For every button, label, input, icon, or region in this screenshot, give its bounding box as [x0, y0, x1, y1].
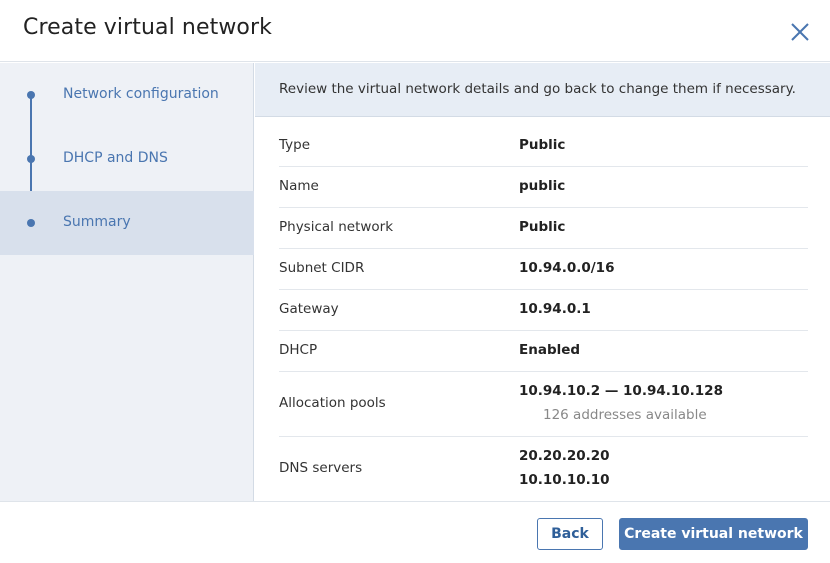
- row-label: DHCP: [279, 342, 318, 358]
- row-label: DNS servers: [279, 460, 363, 476]
- row-label: Physical network: [279, 219, 394, 235]
- row-value: Enabled: [519, 342, 581, 358]
- back-button[interactable]: Back: [537, 518, 603, 550]
- summary-row-dhcp: DHCP Enabled: [279, 331, 808, 372]
- step-summary[interactable]: Summary: [0, 191, 254, 255]
- summary-row-dns-servers: DNS servers 20.20.20.20 10.10.10.10: [279, 437, 808, 501]
- step-dhcp-and-dns[interactable]: DHCP and DNS: [0, 127, 254, 191]
- review-notice: Review the virtual network details and g…: [255, 63, 830, 117]
- row-value: 10.94.10.2 — 10.94.10.128: [519, 383, 723, 399]
- summary-panel: Review the virtual network details and g…: [255, 63, 830, 501]
- create-virtual-network-button[interactable]: Create virtual network: [619, 518, 808, 550]
- summary-row-name: Name public: [279, 167, 808, 208]
- dialog-footer: Back Create virtual network: [0, 501, 830, 563]
- review-notice-text: Review the virtual network details and g…: [279, 81, 796, 97]
- dialog-title: Create virtual network: [23, 15, 272, 40]
- addresses-available-note: 126 addresses available: [543, 407, 707, 423]
- step-network-configuration[interactable]: Network configuration: [0, 63, 254, 127]
- step-dot: [27, 91, 35, 99]
- step-label: Network configuration: [63, 86, 219, 102]
- summary-row-physical-network: Physical network Public: [279, 208, 808, 249]
- step-dot: [27, 155, 35, 163]
- summary-row-subnet-cidr: Subnet CIDR 10.94.0.0/16: [279, 249, 808, 290]
- step-dot: [27, 219, 35, 227]
- row-value: 10.10.10.10: [519, 472, 610, 488]
- row-value: Public: [519, 219, 566, 235]
- summary-row-gateway: Gateway 10.94.0.1: [279, 290, 808, 331]
- row-value: Public: [519, 137, 566, 153]
- row-value: public: [519, 178, 566, 194]
- row-label: Name: [279, 178, 319, 194]
- row-label: Type: [279, 137, 311, 153]
- close-icon[interactable]: [789, 21, 811, 43]
- summary-row-allocation-pools: Allocation pools 10.94.10.2 — 10.94.10.1…: [279, 372, 808, 437]
- wizard-sidebar: Network configuration DHCP and DNS Summa…: [0, 63, 254, 501]
- summary-row-type: Type Public: [279, 126, 808, 167]
- row-label: Subnet CIDR: [279, 260, 365, 276]
- row-label: Allocation pools: [279, 395, 386, 411]
- dialog-header: Create virtual network: [0, 0, 830, 62]
- row-label: Gateway: [279, 301, 339, 317]
- step-label: Summary: [63, 214, 131, 230]
- row-value: 10.94.0.0/16: [519, 260, 615, 276]
- row-value: 10.94.0.1: [519, 301, 591, 317]
- row-value: 20.20.20.20: [519, 448, 610, 464]
- step-label: DHCP and DNS: [63, 150, 168, 166]
